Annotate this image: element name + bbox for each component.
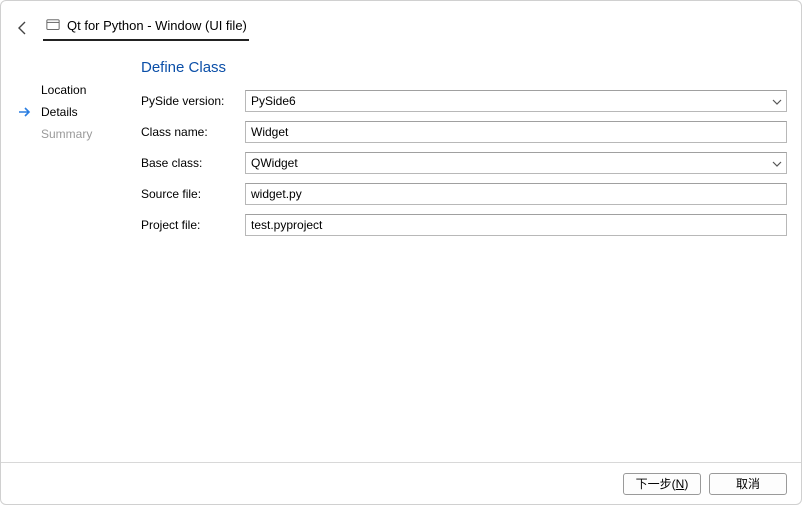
sidebar-item-location[interactable]: Location [41,79,121,101]
chevron-down-icon [772,96,782,106]
next-button-suffix: ) [684,477,688,491]
label-base-class: Base class: [141,156,241,170]
pyside-version-value: PySide6 [251,94,296,108]
footer: 下一步(N) 取消 [1,462,801,504]
main-panel: Define Class PySide version: PySide6 Cla… [141,59,787,462]
wizard-window: Qt for Python - Window (UI file) Locatio… [0,0,802,505]
source-file-value: widget.py [251,187,302,201]
project-file-value: test.pyproject [251,218,322,232]
sidebar-item-label: Details [41,105,78,119]
sidebar-item-label: Location [41,83,86,97]
cancel-button-label: 取消 [736,475,760,492]
app-icon [45,17,61,33]
next-button-mnemonic: N [676,477,685,491]
sidebar-item-label: Summary [41,127,92,141]
class-name-input[interactable]: Widget [245,121,787,143]
project-file-input[interactable]: test.pyproject [245,214,787,236]
base-class-select[interactable]: QWidget [245,152,787,174]
base-class-value: QWidget [251,156,298,170]
section-title: Define Class [141,59,787,76]
title-tab: Qt for Python - Window (UI file) [43,15,249,41]
pyside-version-select[interactable]: PySide6 [245,90,787,112]
back-arrow-icon[interactable] [15,20,31,36]
chevron-down-icon [772,158,782,168]
label-pyside-version: PySide version: [141,94,241,108]
label-source-file: Source file: [141,187,241,201]
source-file-input[interactable]: widget.py [245,183,787,205]
label-project-file: Project file: [141,218,241,232]
next-button[interactable]: 下一步(N) [623,473,701,495]
cancel-button[interactable]: 取消 [709,473,787,495]
wizard-sidebar: Location Details Summary [41,59,121,462]
form: PySide version: PySide6 Class name: Widg… [141,90,787,236]
sidebar-item-summary: Summary [41,123,121,145]
window-title: Qt for Python - Window (UI file) [67,18,247,33]
header: Qt for Python - Window (UI file) [1,1,801,41]
next-button-prefix: 下一步( [636,475,676,492]
current-step-arrow-icon [17,104,33,120]
body: Location Details Summary Define Class Py… [1,41,801,462]
label-class-name: Class name: [141,125,241,139]
class-name-value: Widget [251,125,288,139]
sidebar-item-details[interactable]: Details [41,101,121,123]
